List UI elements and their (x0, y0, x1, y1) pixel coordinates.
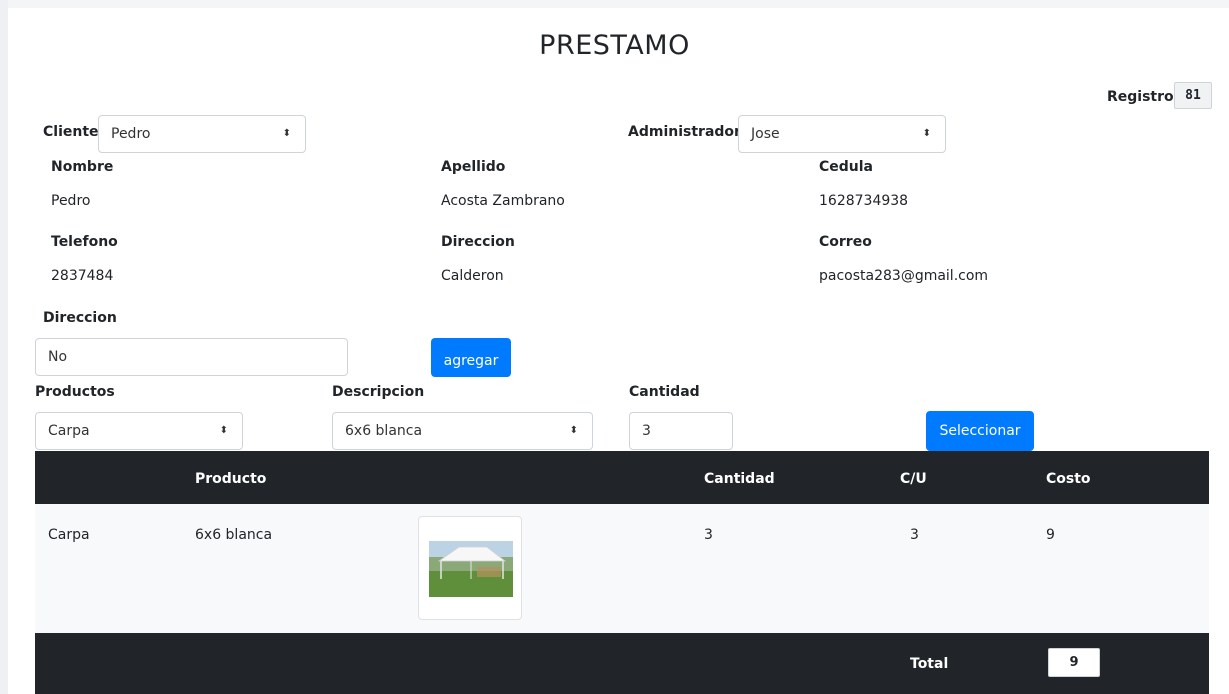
administrador-select-value: Jose (751, 126, 780, 142)
header-cu: C/U (900, 471, 927, 487)
descripcion-select[interactable]: 6x6 blanca ⬍ (332, 412, 593, 450)
table-footer: Total 9 (35, 633, 1209, 694)
header-cantidad: Cantidad (704, 471, 775, 487)
page-title: PRESTAMO (539, 30, 690, 61)
administrador-select[interactable]: Jose ⬍ (738, 115, 946, 153)
nombre-value: Pedro (51, 193, 91, 209)
total-label: Total (910, 656, 949, 672)
productos-select[interactable]: Carpa ⬍ (35, 412, 243, 450)
sort-arrows-icon: ⬍ (569, 425, 578, 436)
direccion-input-label: Direccion (43, 310, 117, 326)
nombre-label: Nombre (51, 159, 114, 175)
direccion-info-label: Direccion (441, 234, 515, 250)
agregar-button[interactable]: agregar (431, 338, 511, 377)
cantidad-input-value: 3 (642, 423, 651, 439)
table-row: Carpa 6x6 blanca 3 3 9 (35, 504, 1209, 633)
sort-arrows-icon: ⬍ (219, 425, 228, 436)
apellido-value: Acosta Zambrano (441, 193, 565, 209)
row-costo: 9 (1046, 527, 1055, 543)
descripcion-label: Descripcion (332, 384, 425, 400)
row-descripcion: 6x6 blanca (195, 527, 273, 543)
table-header: Producto Cantidad C/U Costo (35, 451, 1209, 504)
seleccionar-button[interactable]: Seleccionar (926, 411, 1034, 451)
cliente-select[interactable]: Pedro ⬍ (98, 115, 306, 153)
total-value: 9 (1048, 648, 1100, 677)
tent-image (429, 541, 513, 597)
descripcion-select-value: 6x6 blanca (345, 423, 423, 439)
cantidad-label: Cantidad (629, 384, 700, 400)
direccion-input[interactable]: No (35, 338, 348, 376)
productos-label: Productos (35, 384, 115, 400)
telefono-label: Telefono (51, 234, 118, 250)
correo-label: Correo (819, 234, 872, 250)
cedula-value: 1628734938 (819, 193, 909, 209)
page-top-strip (0, 0, 1229, 8)
correo-value: pacosta283@gmail.com (819, 268, 989, 284)
page-left-strip (0, 0, 8, 694)
cliente-select-value: Pedro (111, 126, 151, 142)
sort-arrows-icon: ⬍ (922, 128, 931, 139)
administrador-label: Administrador (628, 124, 741, 140)
row-cu: 3 (910, 527, 919, 543)
header-producto: Producto (195, 471, 267, 487)
apellido-label: Apellido (441, 159, 506, 175)
direccion-input-value: No (48, 349, 68, 365)
sort-arrows-icon: ⬍ (282, 128, 291, 139)
cliente-label: Cliente (43, 124, 99, 140)
direccion-info-value: Calderon (441, 268, 504, 284)
header-costo: Costo (1046, 471, 1091, 487)
productos-select-value: Carpa (48, 423, 90, 439)
registro-label: Registro: (1107, 89, 1180, 105)
row-cantidad: 3 (704, 527, 713, 543)
registro-value: 81 (1174, 82, 1212, 109)
row-producto: Carpa (48, 527, 90, 543)
product-thumbnail (418, 516, 522, 620)
cedula-label: Cedula (819, 159, 874, 175)
telefono-value: 2837484 (51, 268, 114, 284)
cantidad-input[interactable]: 3 (629, 412, 733, 450)
